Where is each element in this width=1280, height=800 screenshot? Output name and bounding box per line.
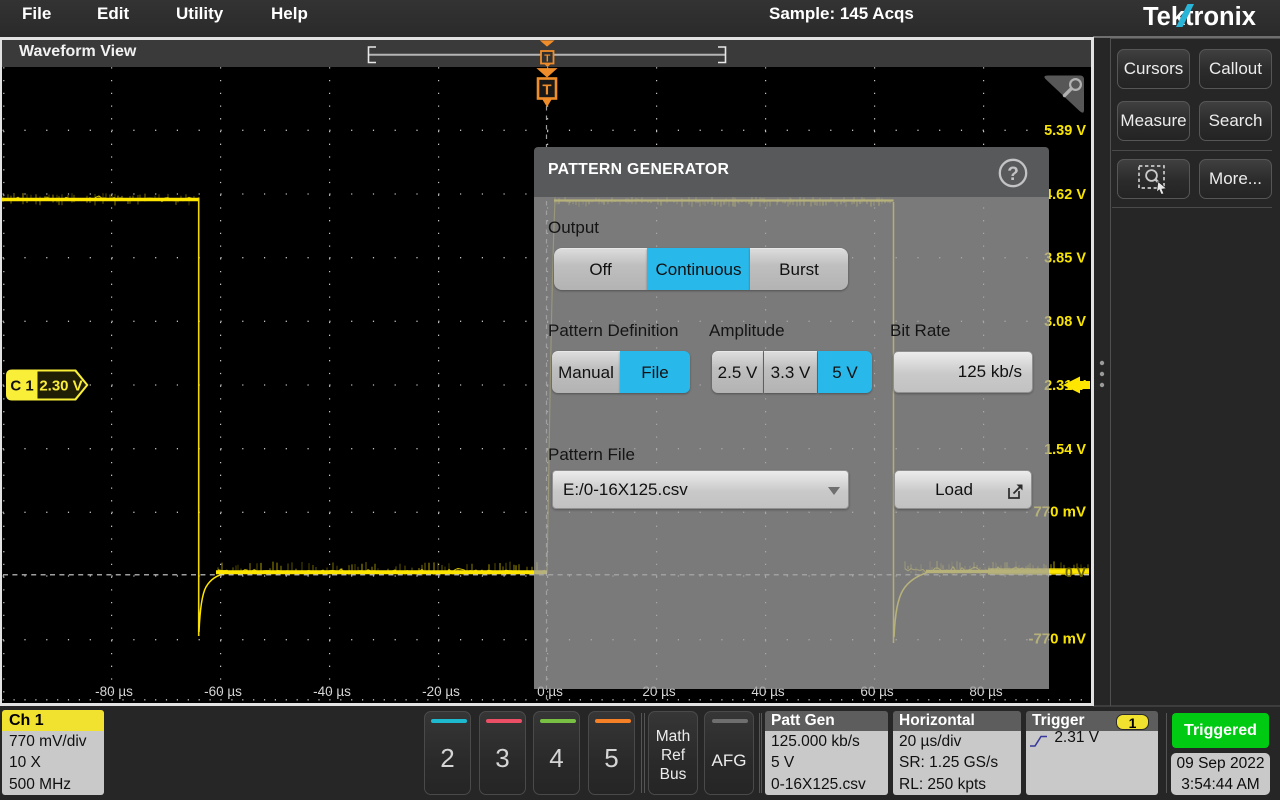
svg-text:-40 µs: -40 µs xyxy=(313,684,351,699)
svg-text:3.85 V: 3.85 V xyxy=(1044,251,1086,267)
svg-text:T: T xyxy=(542,82,551,99)
svg-text:1.54 V: 1.54 V xyxy=(1044,442,1086,458)
svg-text:?: ? xyxy=(1007,164,1019,185)
svg-text:0 V: 0 V xyxy=(1065,564,1087,580)
svg-text:5.39 V: 5.39 V xyxy=(1044,123,1086,139)
svg-text:4.62 V: 4.62 V xyxy=(1044,187,1086,203)
svg-text:2.30 V: 2.30 V xyxy=(39,378,82,395)
svg-text:Tektronix: Tektronix xyxy=(1143,3,1256,31)
svg-text:T: T xyxy=(544,54,550,65)
svg-text:-20 µs: -20 µs xyxy=(422,684,460,699)
svg-text:3.08 V: 3.08 V xyxy=(1044,314,1086,330)
svg-text:-60 µs: -60 µs xyxy=(204,684,242,699)
svg-text:-80 µs: -80 µs xyxy=(95,684,133,699)
svg-text:C 1: C 1 xyxy=(10,378,33,395)
